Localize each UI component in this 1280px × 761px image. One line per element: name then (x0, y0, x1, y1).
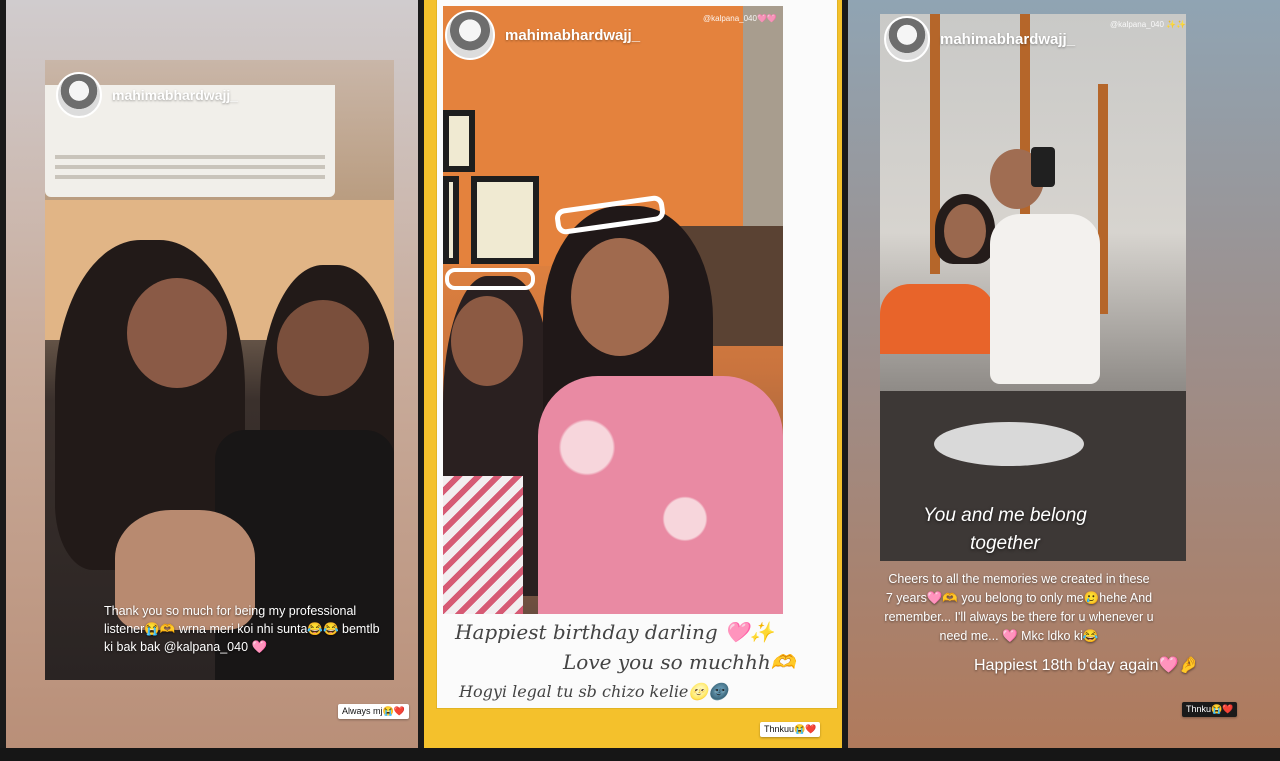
caption-line-2: Love you so muchhh🫶 (563, 650, 796, 674)
person-right-face (277, 300, 369, 396)
mention-tag[interactable]: @kalpana_040🩷🩷 (703, 14, 777, 23)
username[interactable]: mahimabhardwajj_ (112, 87, 238, 103)
pink-kurta (538, 376, 783, 614)
person-left-face (127, 278, 227, 388)
avatar[interactable] (56, 72, 102, 118)
sunglasses (445, 268, 535, 290)
caption-line-3: Hogyi legal tu sb chizo kelie🌝🌚 (459, 682, 729, 701)
overlay-text: You and me belong together (923, 505, 1087, 554)
orange-top (880, 284, 995, 354)
mention-tag[interactable]: @kalpana_040 ✨✨ (1110, 20, 1186, 29)
story-photo-3: You and me belong together (880, 14, 1186, 561)
caption-line-1: Happiest birthday darling 🩷✨ (455, 620, 774, 644)
person-left-face (451, 296, 523, 386)
username[interactable]: mahimabhardwajj_ (940, 31, 1075, 48)
wall-frame (471, 176, 539, 264)
story-caption: Cheers to all the memories we created in… (884, 572, 1154, 643)
story-photo-2 (443, 6, 783, 614)
wall-frame (443, 176, 459, 264)
story-photo-1 (45, 60, 394, 680)
reply-sticker: Thnkuu😭❤️ (760, 722, 821, 737)
reply-sticker: Always mj😭❤️ (338, 704, 409, 719)
story-header[interactable]: mahimabhardwajj_ (884, 16, 1075, 62)
avatar[interactable] (445, 10, 495, 60)
avatar[interactable] (884, 16, 930, 62)
bottom-bar (0, 748, 1280, 761)
person-left-face (944, 204, 986, 258)
story-panel-2: mahimabhardwajj_ @kalpana_040🩷🩷 Happiest… (424, 0, 842, 748)
phone (1031, 147, 1055, 187)
white-shirt (990, 214, 1100, 384)
story-panel-1: mahimabhardwajj_ Thank you so much for b… (6, 0, 418, 748)
reply-sticker: Thnku😭❤️ (1182, 702, 1238, 717)
wall-frame (443, 110, 475, 172)
striped-top (443, 476, 523, 614)
story-header[interactable]: mahimabhardwajj_ (445, 10, 640, 60)
story-caption: Thank you so much for being my professio… (104, 604, 380, 654)
story-panel-3: You and me belong together mahimabhardwa… (848, 0, 1280, 748)
caption-highlight: Happiest 18th b'day again🩷🤌 (974, 657, 1199, 674)
story-card: mahimabhardwajj_ @kalpana_040🩷🩷 Happiest… (437, 0, 837, 708)
story-header[interactable]: mahimabhardwajj_ (56, 72, 238, 118)
sink-basin (934, 422, 1084, 466)
username[interactable]: mahimabhardwajj_ (505, 27, 640, 44)
person-main-face (571, 238, 669, 356)
